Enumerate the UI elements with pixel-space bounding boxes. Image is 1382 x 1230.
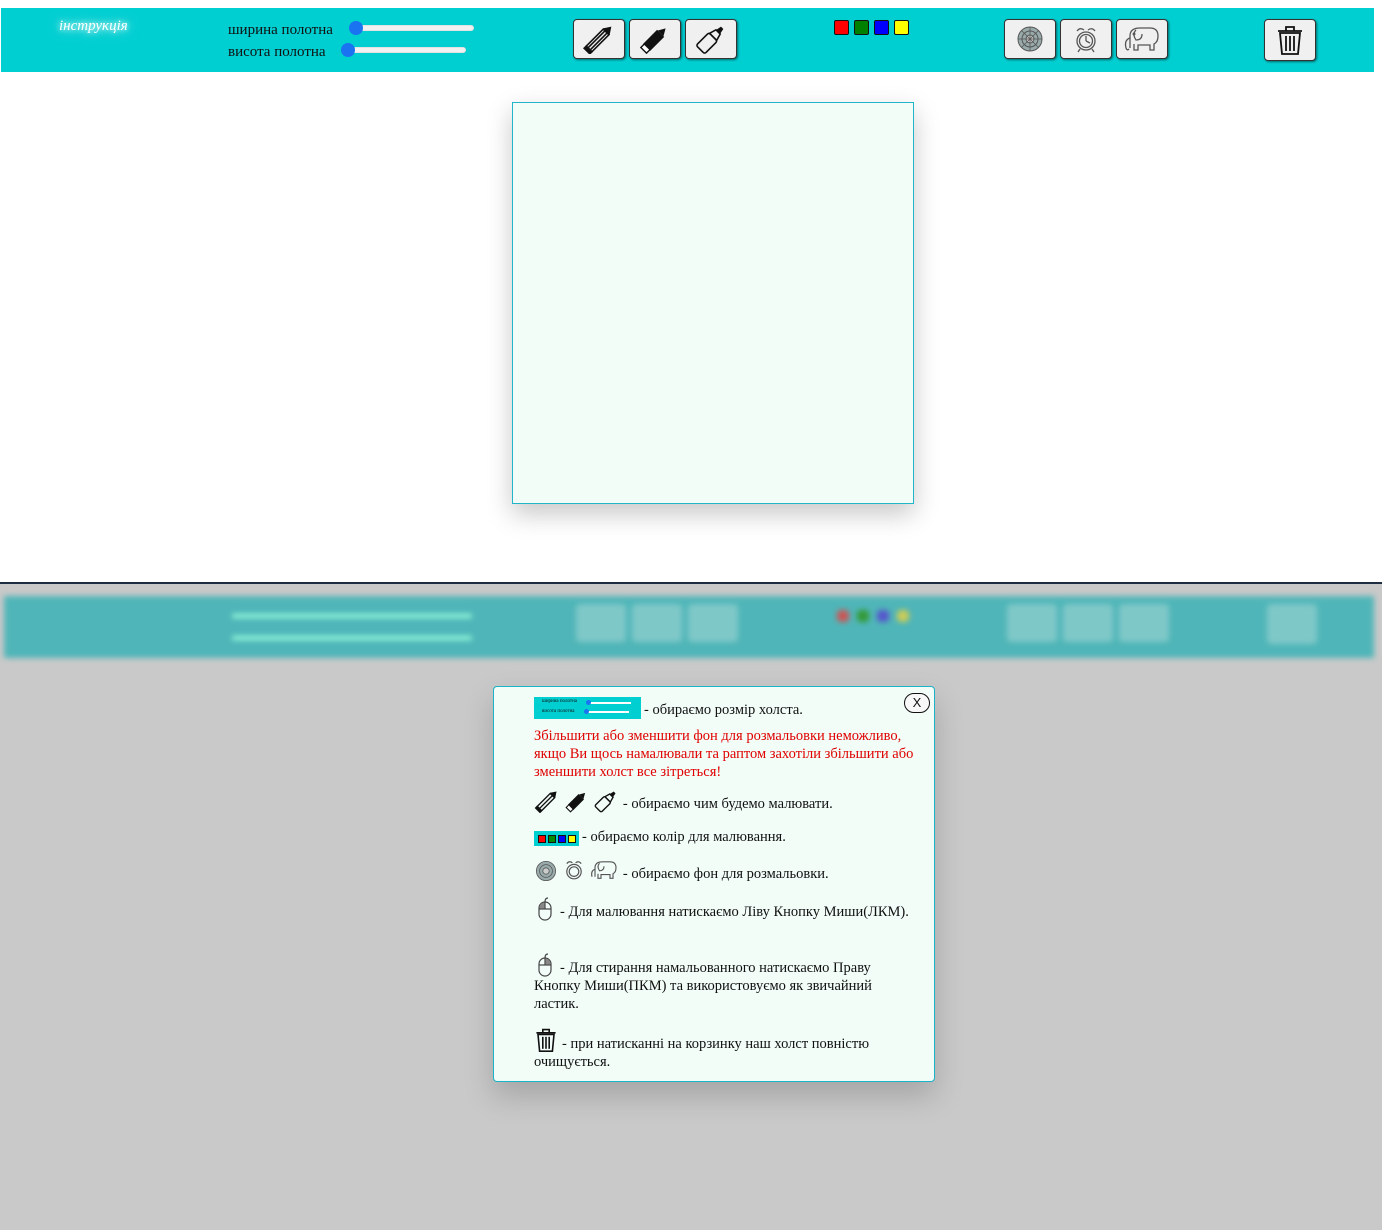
clear-description: - при натисканні на корзинку наш холст п… (534, 1036, 870, 1070)
modal-line-backgrounds: - обираємо фон для розмальовки. (534, 857, 914, 883)
highlighter-tool-button[interactable] (685, 19, 737, 59)
backgrounds-description: - обираємо фон для розмальовки. (622, 866, 829, 882)
palette-mini-icon (534, 831, 579, 846)
color-red-swatch[interactable] (834, 20, 849, 35)
modal-line-erase: - Для стирання намальованного натискаємо… (534, 953, 914, 1013)
toolbar: інструкція ширина полотна висота полотна (1, 8, 1374, 72)
canvas-width-slider[interactable] (349, 21, 474, 35)
elephant-icon (591, 861, 617, 879)
modal-line-colors: - обираємо колір для малювання. (534, 828, 914, 846)
instructions-modal: X ширина полотна висота полотна - обирає… (493, 686, 935, 1082)
highlighter-icon (696, 26, 724, 54)
color-yellow-swatch[interactable] (894, 20, 909, 35)
mouse-right-click-icon (538, 953, 552, 977)
pencil-icon (583, 26, 612, 54)
erase-description: - Для стирання намальованного натискаємо… (534, 960, 872, 1012)
alarm-clock-icon (565, 861, 582, 880)
mini-width-label: ширина полотна (542, 699, 577, 704)
trash-icon (1278, 26, 1302, 55)
color-green-swatch[interactable] (854, 20, 869, 35)
alarm-clock-icon (1076, 28, 1096, 53)
highlighter-icon (594, 791, 616, 813)
pencil-icon (534, 791, 557, 813)
canvas-height-slider-thumb[interactable] (341, 43, 355, 57)
colors-description: - обираємо колір для малювання. (582, 829, 786, 845)
drawing-canvas[interactable] (512, 102, 914, 504)
pencil-tool-button[interactable] (573, 19, 625, 59)
instructions-link[interactable]: інструкція (59, 18, 128, 35)
modal-line-draw: - Для малювання натискаємо Ліву Кнопку М… (534, 897, 914, 921)
canvas-width-slider-thumb[interactable] (349, 21, 363, 35)
draw-description: - Для малювання натискаємо Ліву Кнопку М… (560, 904, 909, 920)
modal-line-clear: - при натисканні на корзинку наш холст п… (534, 1027, 914, 1071)
canvas-height-slider[interactable] (341, 43, 466, 57)
canvas-width-label: ширина полотна (228, 22, 333, 38)
elephant-icon (1124, 27, 1159, 51)
canvas-height-label: висота полотна (228, 44, 326, 60)
clear-canvas-button[interactable] (1264, 19, 1316, 61)
mandala-icon (1017, 26, 1043, 52)
size-description: - обираємо розмір холста. (644, 702, 803, 718)
mandala-icon (536, 861, 556, 881)
marker-icon (565, 792, 585, 813)
size-sliders-mini-icon: ширина полотна висота полотна (534, 697, 641, 719)
tools-description: - обираємо чим будемо малювати. (622, 796, 833, 812)
background-mandala-button[interactable] (1004, 19, 1056, 59)
mini-height-label: висота полотна (542, 709, 575, 714)
modal-line-size: ширина полотна висота полотна - обираємо… (534, 697, 914, 719)
marker-tool-button[interactable] (629, 19, 681, 59)
color-blue-swatch[interactable] (874, 20, 889, 35)
trash-icon (536, 1028, 556, 1052)
background-clock-button[interactable] (1060, 19, 1112, 59)
background-elephant-button[interactable] (1116, 19, 1168, 59)
blurred-toolbar (4, 596, 1374, 658)
mouse-left-click-icon (538, 897, 552, 921)
modal-line-tools: - обираємо чим будемо малювати. (534, 789, 914, 813)
marker-icon (639, 28, 666, 54)
warning-text: Збільшити або зменшити фон для розмальов… (534, 728, 914, 780)
